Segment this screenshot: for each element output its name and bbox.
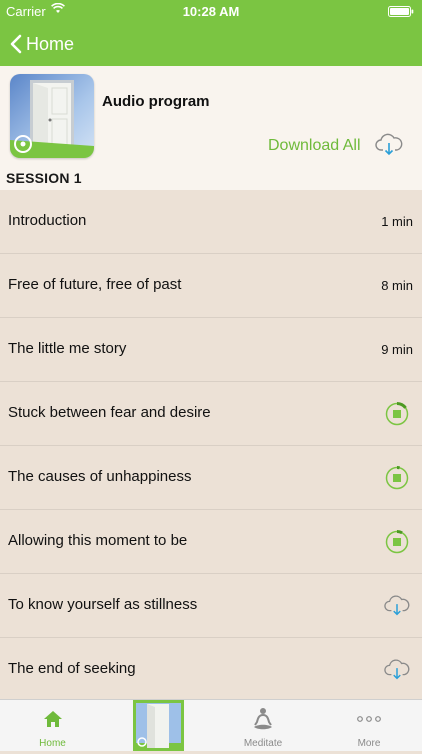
track-list: Introduction 1 min Free of future, free of… (0, 190, 422, 702)
cloud-download-icon[interactable] (375, 132, 403, 158)
track-duration: 9 min (381, 342, 413, 357)
track-title: Introduction (8, 212, 87, 229)
track-duration: 1 min (381, 214, 413, 229)
track-row[interactable]: The end of seeking (0, 638, 422, 702)
tab-bar: Home Meditate More (0, 699, 422, 751)
tab-home[interactable]: Home (0, 700, 105, 751)
track-title: To know yourself as stillness (8, 596, 198, 613)
tab-more[interactable]: More (316, 700, 422, 751)
track-title: The end of seeking (8, 660, 136, 677)
cloud-download-icon[interactable] (384, 657, 410, 683)
back-button[interactable]: Home (10, 32, 74, 56)
track-duration: 8 min (381, 278, 413, 293)
cloud-download-icon[interactable] (384, 593, 410, 619)
door-artwork (10, 74, 94, 158)
download-progress-icon[interactable] (384, 529, 410, 555)
tab-program[interactable] (133, 700, 184, 751)
clock: 10:28 AM (182, 4, 240, 19)
track-row[interactable]: Free of future, free of past 8 min (0, 254, 422, 318)
navigation-bar: Home (0, 22, 422, 66)
tab-home-label: Home (39, 738, 66, 749)
track-row[interactable]: The little me story 9 min (0, 318, 422, 382)
track-row[interactable]: Introduction 1 min (0, 190, 422, 254)
download-progress-icon[interactable] (384, 465, 410, 491)
program-thumbnail (10, 74, 94, 158)
track-title: The causes of unhappiness (8, 468, 192, 485)
download-all-button[interactable]: Download All (268, 137, 361, 155)
program-title: Audio program (102, 93, 210, 110)
track-row[interactable]: The causes of unhappiness (0, 446, 422, 510)
track-title: Stuck between fear and desire (8, 404, 211, 421)
tab-meditate[interactable]: Meditate (210, 700, 316, 751)
back-label: Home (26, 33, 75, 54)
more-icon (357, 716, 381, 722)
track-title: Allowing this moment to be (8, 532, 188, 549)
battery-icon (388, 6, 414, 17)
track-row[interactable]: To know yourself as stillness (0, 574, 422, 638)
program-thumbnail (133, 700, 184, 751)
home-icon (43, 711, 62, 727)
track-row[interactable]: Stuck between fear and desire (0, 382, 422, 446)
track-row[interactable]: Allowing this moment to be (0, 510, 422, 574)
session-header: SESSION 1 (6, 170, 82, 186)
tab-more-label: More (357, 738, 381, 749)
track-title: Free of future, free of past (8, 276, 182, 293)
chevron-left-icon (10, 34, 22, 54)
status-bar: Carrier 10:28 AM (0, 0, 422, 22)
track-title: The little me story (8, 340, 127, 357)
meditate-icon (254, 708, 272, 730)
program-header: Audio program Download All SESSION 1 (0, 66, 422, 190)
download-progress-icon[interactable] (384, 401, 410, 427)
tab-meditate-label: Meditate (243, 738, 283, 749)
